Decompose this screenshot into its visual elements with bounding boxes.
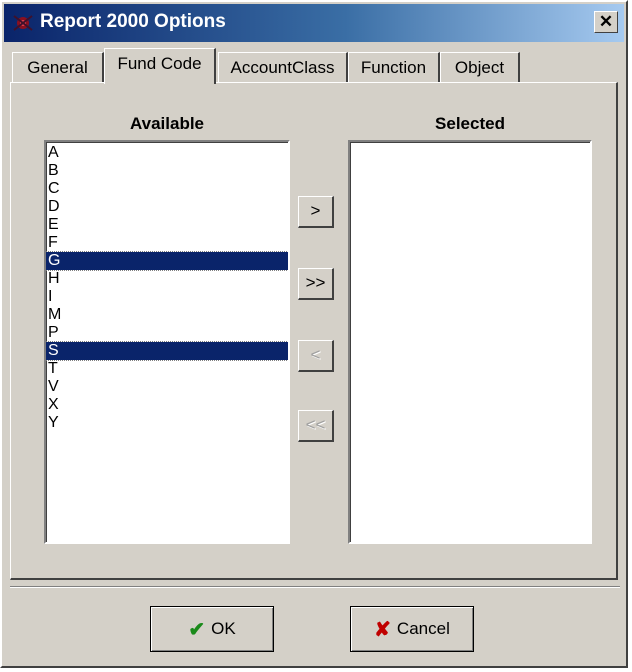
add-button[interactable]: > — [298, 196, 334, 228]
list-item[interactable]: Y — [46, 414, 288, 432]
list-item[interactable]: B — [46, 162, 288, 180]
list-item[interactable]: H — [46, 270, 288, 288]
ok-label: OK — [211, 619, 236, 638]
list-item[interactable]: M — [46, 306, 288, 324]
remove-all-button[interactable]: << — [298, 410, 334, 442]
list-item[interactable]: T — [46, 360, 288, 378]
list-item[interactable]: C — [46, 180, 288, 198]
available-list[interactable]: ABCDEFGHIMPSTVXY — [44, 140, 290, 544]
list-item[interactable]: D — [46, 198, 288, 216]
tab-general[interactable]: General — [12, 52, 104, 82]
footer-separator — [10, 586, 620, 588]
list-item[interactable]: A — [46, 144, 288, 162]
add-all-button[interactable]: >> — [298, 268, 334, 300]
list-item[interactable]: I — [46, 288, 288, 306]
tab-fund-code[interactable]: Fund Code — [104, 48, 216, 84]
checkmark-icon: ✔ — [188, 618, 206, 641]
x-mark-icon: ✘ — [374, 618, 391, 641]
report-options-dialog: Report 2000 Options ✕ General Fund Code … — [0, 0, 628, 668]
selected-list[interactable] — [348, 140, 592, 544]
selected-header: Selected — [435, 114, 505, 133]
list-item[interactable]: F — [46, 234, 288, 252]
close-icon: ✕ — [598, 12, 614, 31]
list-item[interactable]: X — [46, 396, 288, 414]
close-button[interactable]: ✕ — [594, 11, 618, 33]
cancel-label: Cancel — [396, 619, 450, 638]
window-title: Report 2000 Options — [40, 11, 226, 32]
list-item[interactable]: E — [46, 216, 288, 234]
remove-button[interactable]: < — [298, 340, 334, 372]
list-item[interactable]: P — [46, 324, 288, 342]
tab-accountclass[interactable]: AccountClass — [218, 52, 348, 82]
list-item[interactable]: G — [46, 251, 288, 271]
title-bar[interactable]: Report 2000 Options ✕ — [4, 4, 624, 42]
tab-object[interactable]: Object — [440, 52, 520, 82]
list-item[interactable]: S — [46, 341, 288, 361]
app-icon — [12, 13, 34, 33]
tab-function[interactable]: Function — [348, 52, 440, 82]
ok-button[interactable]: ✔ OK — [150, 606, 274, 652]
cancel-button[interactable]: ✘ Cancel — [350, 606, 474, 652]
available-header: Available — [129, 114, 205, 133]
list-item[interactable]: V — [46, 378, 288, 396]
